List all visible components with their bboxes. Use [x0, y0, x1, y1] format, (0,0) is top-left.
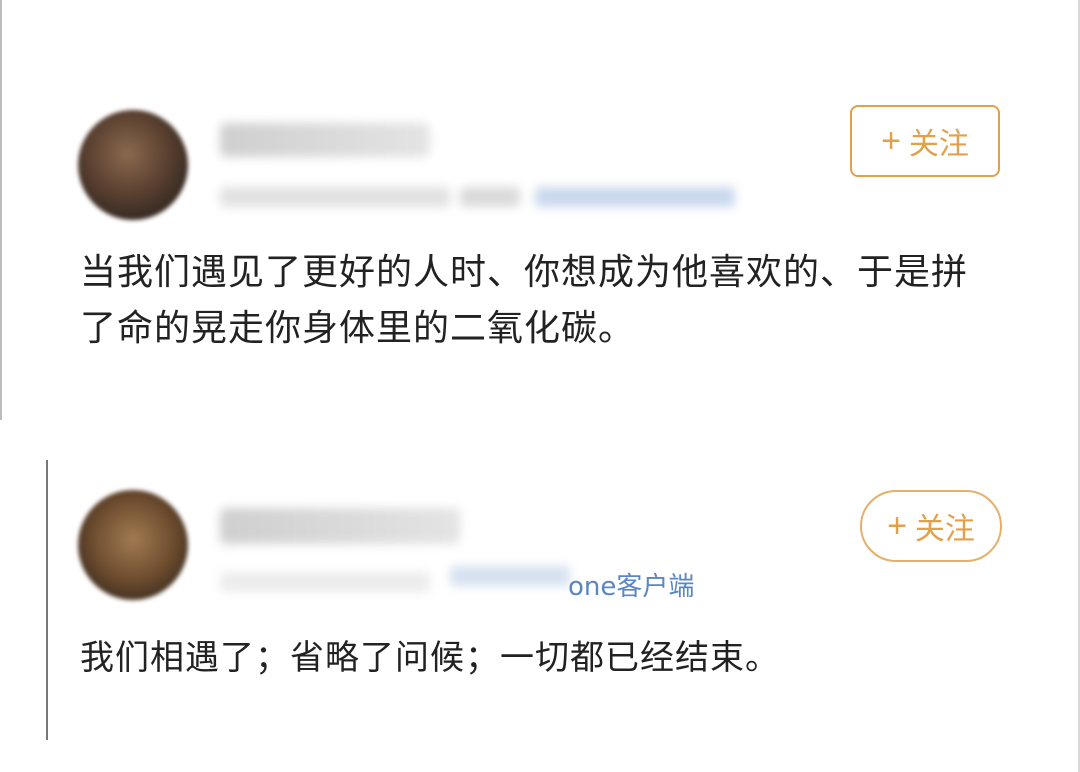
plus-icon: +	[887, 507, 907, 545]
device-blurred	[450, 566, 570, 586]
follow-button[interactable]: + 关注	[860, 490, 1002, 562]
source-client-label: one客户端	[568, 572, 695, 602]
device-blurred	[535, 187, 735, 207]
avatar[interactable]	[78, 110, 188, 220]
plus-icon: +	[881, 122, 901, 160]
timestamp-blurred	[220, 572, 430, 592]
source-prefix-blurred	[460, 187, 520, 207]
username-blurred[interactable]	[220, 123, 430, 157]
thread-divider	[46, 460, 48, 740]
comment-card-1: + 关注 当我们遇见了更好的人时、你想成为他喜欢的、于是拼了命的晃走你身体里的二…	[60, 95, 1020, 375]
comment-text: 当我们遇见了更好的人时、你想成为他喜欢的、于是拼了命的晃走你身体里的二氧化碳。	[80, 252, 969, 349]
page-edge-left	[0, 0, 2, 420]
comment-card-2: one客户端 + 关注 我们相遇了；省略了问候；一切都已经结束。	[60, 470, 1020, 730]
timestamp-blurred	[220, 187, 450, 207]
avatar[interactable]	[78, 490, 188, 600]
comment-text: 我们相遇了；省略了问候；一切都已经结束。	[80, 638, 780, 678]
follow-label: 关注	[908, 128, 969, 161]
username-blurred[interactable]	[220, 508, 460, 544]
follow-label: 关注	[914, 513, 975, 546]
follow-button[interactable]: + 关注	[850, 105, 1000, 177]
